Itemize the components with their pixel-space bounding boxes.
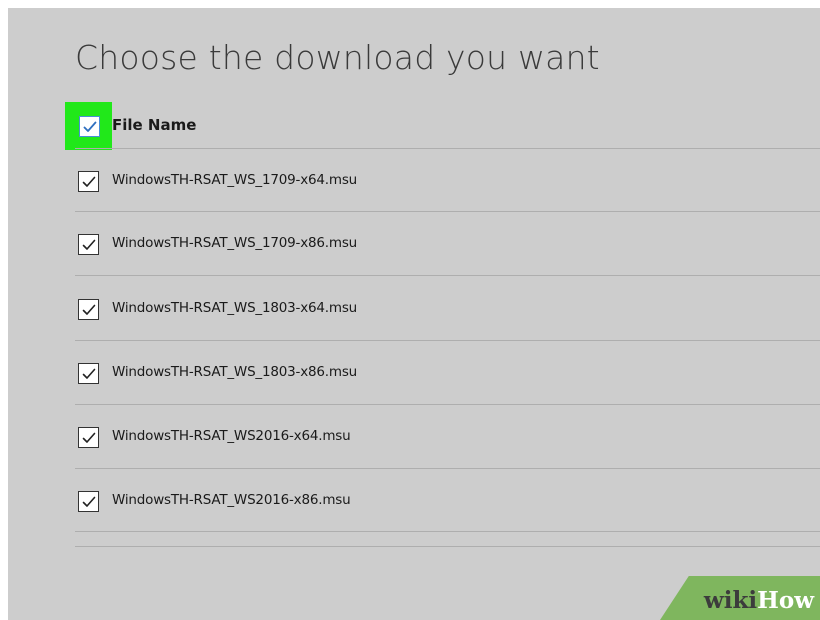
logo-part-how: How — [757, 587, 814, 614]
file-checkbox[interactable] — [78, 363, 99, 384]
check-icon — [82, 368, 95, 379]
row-divider — [75, 404, 820, 405]
check-icon — [82, 176, 95, 187]
check-icon — [82, 304, 95, 315]
header-divider — [75, 148, 820, 149]
row-divider — [75, 531, 820, 532]
logo-part-wiki: wiki — [703, 587, 758, 614]
file-row[interactable]: WindowsTH-RSAT_WS_1709-x64.msu — [75, 161, 820, 201]
file-name: WindowsTH-RSAT_WS2016-x86.msu — [112, 492, 351, 508]
check-icon — [82, 432, 95, 443]
file-name: WindowsTH-RSAT_WS_1803-x64.msu — [112, 300, 358, 316]
file-checkbox[interactable] — [78, 491, 99, 512]
row-divider — [75, 340, 820, 341]
table-bottom-border — [75, 546, 820, 547]
row-divider — [75, 275, 820, 276]
check-icon — [82, 239, 95, 250]
check-icon — [83, 121, 96, 132]
file-row[interactable]: WindowsTH-RSAT_WS2016-x64.msu — [75, 417, 820, 457]
file-checkbox[interactable] — [78, 427, 99, 448]
row-divider — [75, 468, 820, 469]
file-row[interactable]: WindowsTH-RSAT_WS2016-x86.msu — [75, 481, 820, 521]
file-name: WindowsTH-RSAT_WS_1709-x86.msu — [112, 235, 358, 251]
page-title: Choose the download you want — [75, 38, 600, 77]
file-row[interactable]: WindowsTH-RSAT_WS_1803-x64.msu — [75, 289, 820, 329]
file-checkbox[interactable] — [78, 299, 99, 320]
check-icon — [82, 496, 95, 507]
select-all-checkbox[interactable] — [79, 116, 100, 137]
file-row[interactable]: WindowsTH-RSAT_WS_1803-x86.msu — [75, 353, 820, 393]
file-name: WindowsTH-RSAT_WS_1803-x86.msu — [112, 364, 358, 380]
file-name: WindowsTH-RSAT_WS2016-x64.msu — [112, 428, 351, 444]
row-divider — [75, 211, 820, 212]
column-header-file-name: File Name — [112, 116, 197, 134]
file-name: WindowsTH-RSAT_WS_1709-x64.msu — [112, 172, 358, 188]
wikihow-logo: wikiHow — [704, 587, 814, 614]
file-checkbox[interactable] — [78, 171, 99, 192]
file-row[interactable]: WindowsTH-RSAT_WS_1709-x86.msu — [75, 224, 820, 264]
download-panel: Choose the download you want File Name W… — [8, 8, 820, 620]
file-checkbox[interactable] — [78, 234, 99, 255]
